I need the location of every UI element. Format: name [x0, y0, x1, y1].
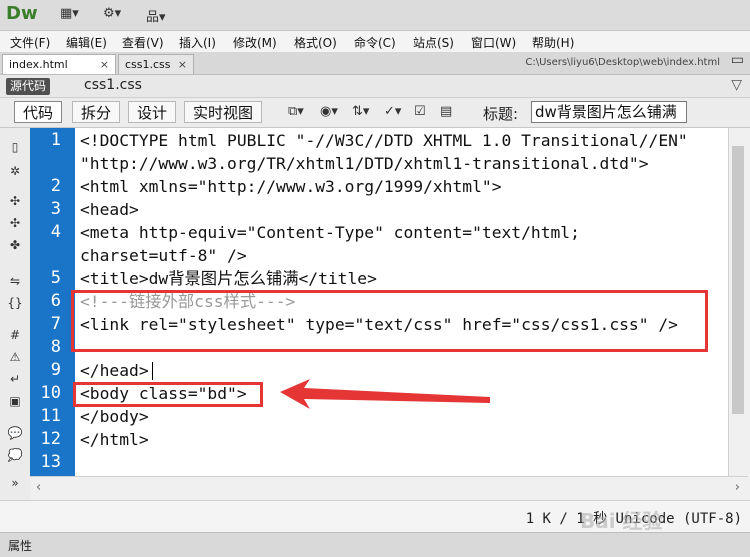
menu-file[interactable]: 文件(F) — [10, 34, 50, 51]
visual-aids-icon[interactable]: ▤ — [440, 104, 452, 119]
line-number: 13 — [40, 452, 61, 472]
menu-bar: 文件(F) 编辑(E) 查看(V) 插入(I) 修改(M) 格式(O) 命令(C… — [0, 31, 750, 52]
menu-help[interactable]: 帮助(H) — [532, 34, 574, 51]
code-line: </body> — [80, 407, 149, 426]
related-files-bar: 源代码 css1.css ▽ — [0, 75, 750, 98]
related-file-css1[interactable]: css1.css — [84, 77, 142, 93]
file-path: C:\Users\liyu6\Desktop\web\index.html — [525, 57, 720, 68]
properties-panel: 属性 — [0, 532, 750, 557]
horizontal-scrollbar[interactable]: ‹ › — [30, 476, 748, 501]
filter-icon[interactable]: ▽ — [731, 77, 742, 93]
code-line: <meta http-equiv="Content-Type" content=… — [80, 223, 580, 242]
layout-icon[interactable]: ▦▾ — [60, 6, 79, 22]
more-tools-icon[interactable]: » — [7, 476, 23, 490]
design-view-button[interactable]: 设计 — [128, 101, 177, 123]
expand-all-icon[interactable]: ✤ — [7, 238, 23, 252]
menu-modify[interactable]: 修改(M) — [233, 34, 277, 51]
select-parent-tag-icon[interactable]: ⇋ — [7, 274, 23, 288]
menu-format[interactable]: 格式(O) — [294, 34, 337, 51]
menu-insert[interactable]: 插入(I) — [179, 34, 216, 51]
line-number: 4 — [50, 222, 61, 242]
close-icon[interactable]: × — [178, 55, 187, 75]
code-line: <head> — [80, 200, 139, 219]
menu-commands[interactable]: 命令(C) — [354, 34, 396, 51]
line-numbers-icon[interactable]: # — [7, 328, 23, 342]
line-number-gutter: 1 2 3 4 5 6 7 8 9 10 11 12 13 — [30, 128, 75, 476]
menu-view[interactable]: 查看(V) — [122, 34, 164, 51]
code-line: <!DOCTYPE html PUBLIC "-//W3C//DTD XHTML… — [80, 131, 688, 150]
properties-label[interactable]: 属性 — [8, 537, 32, 554]
source-code-button[interactable]: 源代码 — [6, 78, 51, 95]
apply-comment-icon[interactable]: 💬 — [7, 426, 23, 440]
tab-label: index.html — [9, 58, 68, 71]
collapse-tag-icon[interactable]: ✣ — [7, 194, 23, 208]
preview-globe-icon[interactable]: ◉▾ — [320, 104, 338, 119]
balance-braces-icon[interactable]: {} — [7, 296, 23, 310]
code-line: <html xmlns="http://www.w3.org/1999/xhtm… — [80, 177, 502, 196]
vertical-scrollbar-thumb[interactable] — [732, 146, 744, 414]
tab-index-html[interactable]: index.html × — [2, 54, 116, 74]
scroll-left-icon[interactable]: ‹ — [36, 480, 41, 495]
app-bar: Dw ▦▾ ⚙▾ 品▾ — [0, 0, 750, 31]
code-line: </head> — [80, 361, 149, 380]
remove-comment-icon[interactable]: 💭 — [7, 448, 23, 462]
multiscreen-icon[interactable]: ⧉▾ — [288, 104, 304, 119]
file-management-icon[interactable]: ⇅▾ — [352, 104, 369, 119]
annotation-box-body — [73, 382, 263, 407]
watermark: Bai 经验 — [580, 509, 663, 533]
word-wrap-icon[interactable]: ↵ — [7, 372, 23, 386]
title-input[interactable]: dw背景图片怎么铺满 — [531, 101, 687, 123]
menu-edit[interactable]: 编辑(E) — [66, 34, 107, 51]
line-number: 8 — [50, 337, 61, 357]
line-number: 7 — [50, 314, 61, 334]
line-number: 2 — [50, 176, 61, 196]
line-number: 3 — [50, 199, 61, 219]
title-label: 标题: — [483, 105, 519, 123]
code-line: </html> — [80, 430, 149, 449]
annotation-arrow — [280, 379, 490, 409]
gear-icon[interactable]: ⚙▾ — [103, 6, 121, 22]
menu-site[interactable]: 站点(S) — [413, 34, 454, 51]
code-line: charset=utf-8" /> — [80, 246, 247, 265]
site-icon[interactable]: 品▾ — [146, 6, 166, 25]
code-line: "http://www.w3.org/TR/xhtml1/DTD/xhtml1-… — [80, 154, 649, 173]
minimize-icon[interactable]: ▭ — [731, 52, 744, 68]
collapse-selection-icon[interactable]: ✣ — [7, 216, 23, 230]
line-number: 5 — [50, 268, 61, 288]
validate-icon[interactable]: ☑ — [414, 104, 426, 119]
show-code-navigator-icon[interactable]: ✲ — [7, 164, 23, 178]
close-icon[interactable]: × — [100, 55, 109, 75]
document-tab-bar: index.html × css1.css × C:\Users\liyu6\D… — [0, 52, 750, 75]
line-number: 9 — [50, 360, 61, 380]
line-number: 12 — [40, 429, 61, 449]
highlight-invalid-code-icon[interactable]: ⚠ — [7, 350, 23, 364]
line-number: 10 — [40, 383, 61, 403]
live-view-button[interactable]: 实时视图 — [184, 101, 263, 123]
line-number: 11 — [40, 406, 61, 426]
text-cursor — [152, 362, 153, 380]
menu-window[interactable]: 窗口(W) — [471, 34, 516, 51]
annotation-box-link — [71, 290, 708, 352]
syntax-coloring-icon[interactable]: ▣ — [7, 394, 23, 408]
document-toolbar: 代码 拆分 设计 实时视图 ⧉▾ ◉▾ ⇅▾ ✓▾ ☑ ▤ 标题: dw背景图片… — [0, 98, 750, 128]
code-view-button[interactable]: 代码 — [14, 101, 63, 123]
coding-toolbar: ▯ ✲ ✣ ✣ ✤ ⇋ {} # ⚠ ↵ ▣ 💬 💭 » — [0, 128, 31, 500]
app-logo: Dw — [6, 3, 38, 24]
tab-css1-css[interactable]: css1.css × — [118, 54, 194, 74]
tab-label: css1.css — [125, 58, 171, 71]
split-view-button[interactable]: 拆分 — [72, 101, 121, 123]
scroll-right-icon[interactable]: › — [735, 480, 740, 495]
code-line: <title>dw背景图片怎么铺满</title> — [80, 269, 377, 288]
browser-check-icon[interactable]: ✓▾ — [384, 104, 401, 119]
line-number: 6 — [50, 291, 61, 311]
open-documents-icon[interactable]: ▯ — [7, 140, 23, 154]
line-number: 1 — [50, 130, 61, 150]
